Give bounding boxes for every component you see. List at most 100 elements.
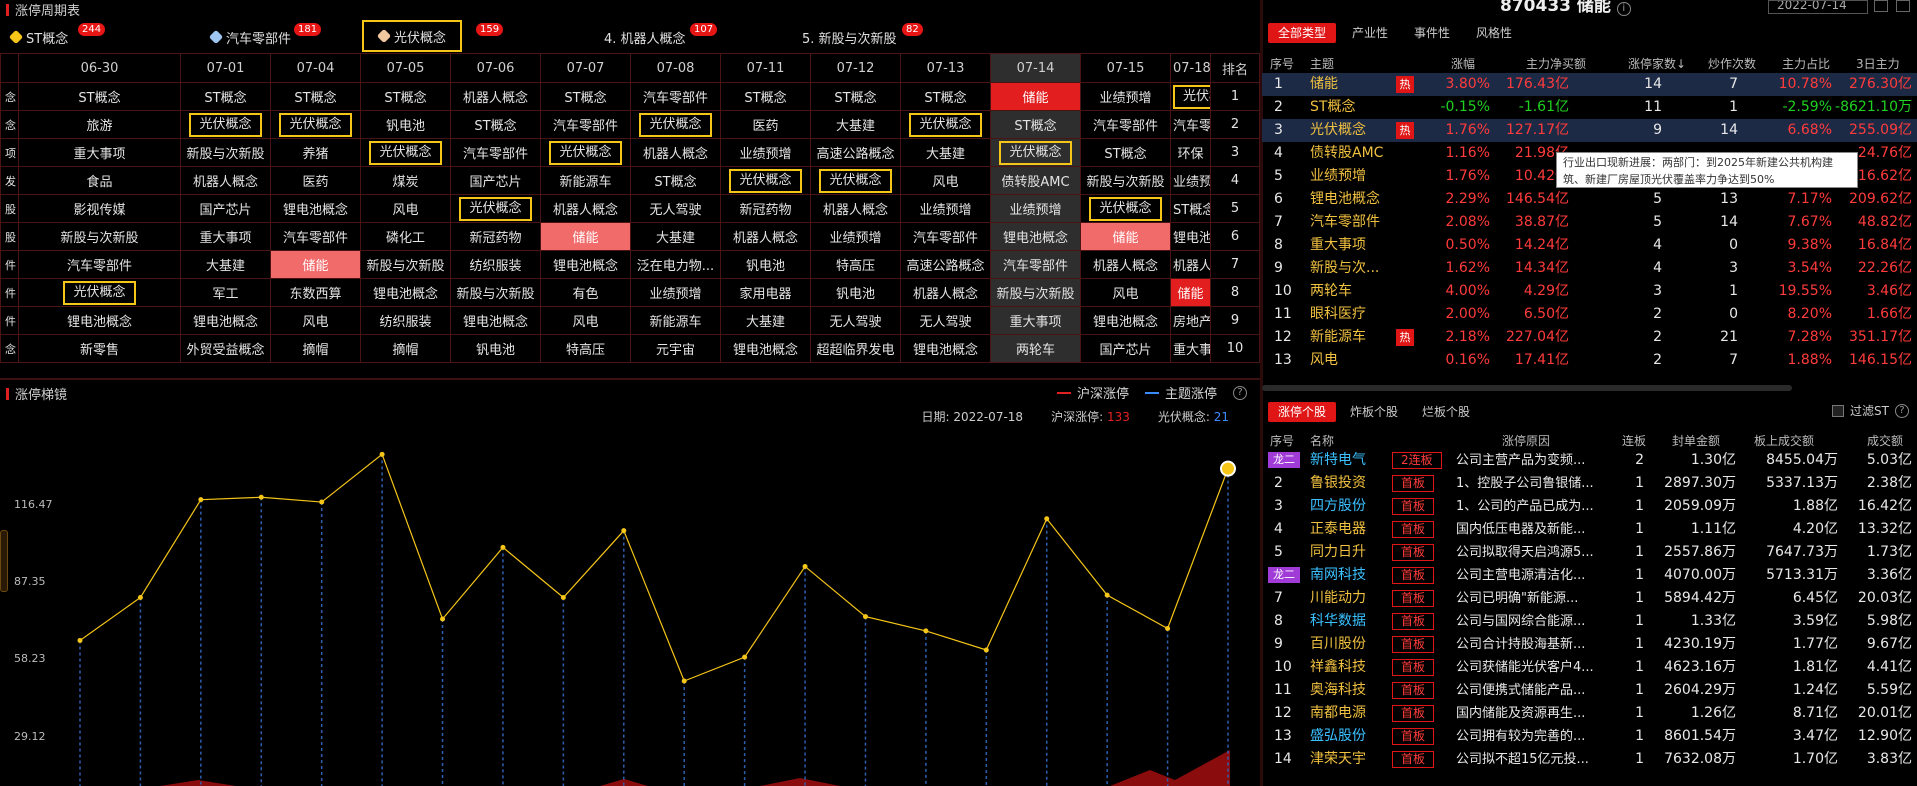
date-header[interactable]: 07-12: [810, 53, 901, 83]
filter-st-checkbox[interactable]: 过滤ST ?: [1832, 402, 1909, 419]
limit-reason[interactable]: 国内低压电器及新能...: [1456, 518, 1606, 541]
limit-up-stock-row[interactable]: 3 四方股份 首板 1、公司的产品已成为... 1 2059.09万 1.88亿 16.42亿: [1262, 495, 1917, 518]
cycle-cell[interactable]: 业绩预增: [1080, 82, 1171, 111]
cycle-cell[interactable]: 摘帽: [360, 334, 451, 363]
stock-name[interactable]: 奥海科技: [1310, 679, 1366, 702]
cycle-cell[interactable]: ST概念: [1080, 138, 1171, 167]
tab-broken[interactable]: 炸板个股: [1340, 402, 1408, 422]
cycle-cell[interactable]: 储能: [1080, 222, 1171, 251]
limit-reason[interactable]: 1、控股子公司鲁银储...: [1456, 472, 1606, 495]
cycle-cell[interactable]: ST概念: [1170, 194, 1211, 223]
theme-name[interactable]: 业绩预增: [1310, 165, 1366, 188]
horizontal-scrollbar[interactable]: [1262, 385, 1792, 391]
limit-up-stock-row[interactable]: 11 奥海科技 首板 公司便携式储能产品... 1 2604.29万 1.24亿 5.59亿: [1262, 679, 1917, 702]
cycle-cell[interactable]: 重大事项: [18, 138, 181, 167]
theme-name[interactable]: 重大事项: [1310, 234, 1366, 257]
cycle-cell[interactable]: 风电: [900, 166, 991, 195]
theme-row[interactable]: 12 新能源车 热 2.18% 227.04亿 2 21 7.28% 351.17亿: [1262, 326, 1917, 349]
cycle-cell[interactable]: ST概念: [990, 110, 1081, 139]
cycle-cell[interactable]: 新零售: [18, 334, 181, 363]
ladder-chart[interactable]: [0, 430, 1260, 786]
cycle-cell[interactable]: 大基建: [180, 250, 271, 279]
cycle-cell[interactable]: 汽车零部件: [450, 138, 541, 167]
cycle-cell[interactable]: 风电: [360, 194, 451, 223]
calendar-icon[interactable]: [1874, 0, 1888, 12]
limit-reason[interactable]: 公司主营产品为变频...: [1456, 449, 1606, 472]
legend-market[interactable]: 沪深涨停: [1056, 383, 1129, 402]
cycle-cell[interactable]: 业绩预增: [630, 278, 721, 307]
theme-point[interactable]: [742, 654, 748, 660]
stock-name[interactable]: 津荣天宇: [1310, 748, 1366, 771]
theme-row[interactable]: 11 眼科医疗 2.00% 6.50亿 2 0 8.20% 1.66亿: [1262, 303, 1917, 326]
cycle-cell[interactable]: 泛在电力物...: [630, 250, 721, 279]
date-header[interactable]: 07-11: [720, 53, 811, 83]
cycle-cell[interactable]: 汽车零部件: [990, 250, 1081, 279]
date-header[interactable]: 07-07: [540, 53, 631, 83]
cycle-cell[interactable]: 军工: [180, 278, 271, 307]
cycle-cell[interactable]: 无人驾驶: [630, 194, 721, 223]
cycle-cell[interactable]: 新股与次新股: [360, 250, 451, 279]
cycle-cell[interactable]: ST概念: [540, 82, 631, 111]
stock-name[interactable]: 同力日升: [1310, 541, 1366, 564]
cycle-cell[interactable]: 锂电池概念: [990, 222, 1081, 251]
theme-row[interactable]: 3 光伏概念 热 1.76% 127.17亿 9 14 6.68% 255.09亿: [1262, 119, 1917, 142]
expand-icon[interactable]: [1896, 0, 1910, 12]
date-header[interactable]: 06-30: [18, 53, 181, 83]
limit-up-stock-row[interactable]: 5 同力日升 首板 公司拟取得天启鸿源5... 1 2557.86万 7647.73万 1.7…: [1262, 541, 1917, 564]
date-header[interactable]: 07-15: [1080, 53, 1171, 83]
theme-point[interactable]: [77, 637, 83, 643]
cycle-cell[interactable]: 锂电池概念: [900, 334, 991, 363]
info-icon[interactable]: i: [1616, 2, 1631, 16]
limit-reason[interactable]: 公司已明确"新能源...: [1456, 587, 1606, 610]
limit-reason[interactable]: 公司拟取得天启鸿源5...: [1456, 541, 1606, 564]
tab-industry[interactable]: 产业性: [1342, 23, 1398, 43]
cycle-cell[interactable]: ST概念: [810, 82, 901, 111]
theme-name[interactable]: 债转股AMC: [1310, 142, 1383, 165]
cycle-cell[interactable]: 业绩预增: [990, 194, 1081, 223]
theme-name[interactable]: 两轮车: [1310, 280, 1352, 303]
limit-reason[interactable]: 公司拟不超15亿元投...: [1456, 748, 1606, 771]
tab-style[interactable]: 风格性: [1466, 23, 1522, 43]
help-icon[interactable]: ?: [1894, 403, 1909, 418]
cycle-cell[interactable]: 锂电池概念: [1080, 306, 1171, 335]
cycle-cell[interactable]: 大基建: [810, 110, 901, 139]
stock-name[interactable]: 正泰电器: [1310, 518, 1366, 541]
limit-up-stock-row[interactable]: 10 祥鑫科技 首板 公司获储能光伏客户4... 1 4623.16万 1.81亿 4.41亿: [1262, 656, 1917, 679]
cycle-cell[interactable]: 东数西算: [270, 278, 361, 307]
stock-name[interactable]: 科华数据: [1310, 610, 1366, 633]
date-header[interactable]: 07-04: [270, 53, 361, 83]
cycle-cell[interactable]: 汽车零部件: [270, 222, 361, 251]
theme-point[interactable]: [802, 563, 808, 569]
date-header[interactable]: 07-08: [630, 53, 721, 83]
cycle-cell[interactable]: 重大事项: [1170, 334, 1211, 363]
limit-reason[interactable]: 国内储能及资源再生...: [1456, 702, 1606, 725]
cycle-cell[interactable]: 环保: [1170, 138, 1211, 167]
date-header[interactable]: 07-05: [360, 53, 451, 83]
cycle-cell[interactable]: 超超临界发电: [810, 334, 901, 363]
theme-point[interactable]: [681, 678, 687, 684]
cycle-cell[interactable]: 储能: [990, 82, 1081, 111]
limit-up-stock-row[interactable]: 12 南都电源 首板 国内储能及资源再生... 1 1.26亿 8.71亿 20.01亿: [1262, 702, 1917, 725]
cycle-cell[interactable]: 新股与次新股: [18, 222, 181, 251]
cycle-cell[interactable]: 钒电池: [720, 250, 811, 279]
theme-point[interactable]: [560, 594, 566, 600]
cycle-cell[interactable]: 特高压: [540, 334, 631, 363]
cycle-cell[interactable]: 锂电池概念: [180, 306, 271, 335]
stock-name[interactable]: 鲁银投资: [1310, 472, 1366, 495]
theme-name[interactable]: 新能源车: [1310, 326, 1366, 349]
cycle-cell[interactable]: ST概念: [180, 82, 271, 111]
date-header[interactable]: 07-13: [900, 53, 991, 83]
theme-point[interactable]: [1165, 626, 1171, 632]
theme-point[interactable]: [1220, 460, 1236, 477]
cycle-cell[interactable]: 风电: [540, 306, 631, 335]
tab-robot[interactable]: 4. 机器人概念 107: [604, 23, 718, 50]
theme-row[interactable]: 1 储能 热 3.80% 176.43亿 14 7 10.78% 276.30亿: [1262, 73, 1917, 96]
theme-name[interactable]: 风电: [1310, 349, 1338, 372]
limit-reason[interactable]: 公司与国网综合能源...: [1456, 610, 1606, 633]
cycle-cell[interactable]: 煤炭: [360, 166, 451, 195]
theme-point[interactable]: [1044, 516, 1050, 522]
cycle-cell[interactable]: 汽车零部件: [630, 82, 721, 111]
theme-name[interactable]: 汽车零部件: [1310, 211, 1380, 234]
tab-new-stock[interactable]: 5. 新股与次新股 82: [802, 23, 923, 50]
cycle-cell[interactable]: 储能: [540, 222, 631, 251]
